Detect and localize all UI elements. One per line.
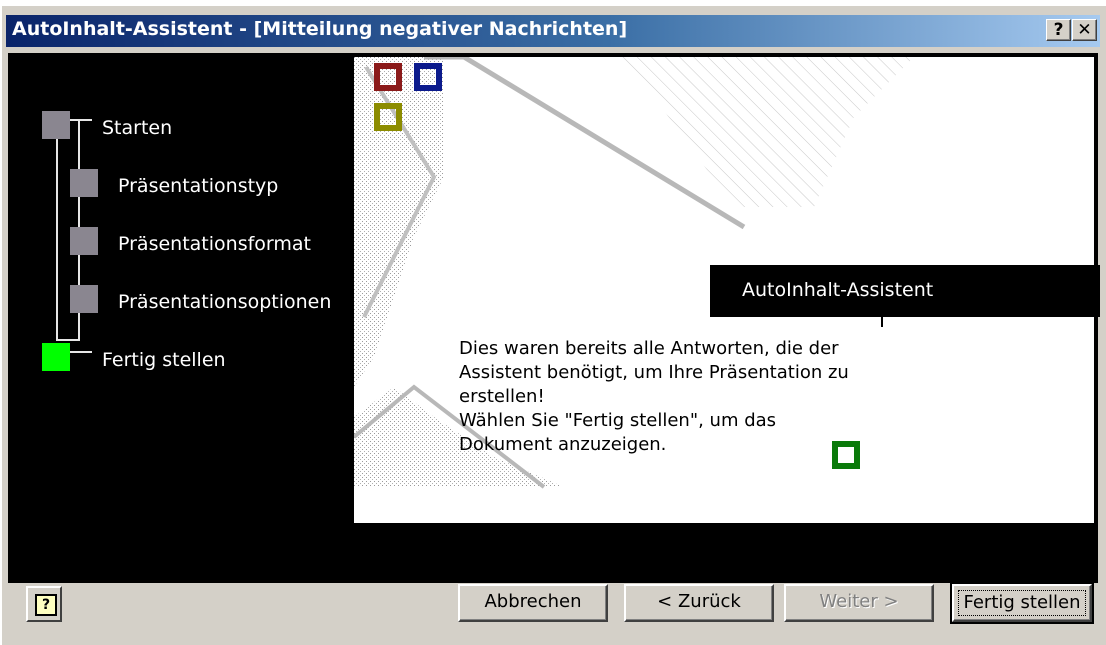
step-marker-starten [42,111,70,139]
step-label-starten[interactable]: Starten [102,117,172,139]
step-marker-praesentationsformat [70,227,98,255]
step-label-praesentationsoptionen[interactable]: Präsentationsoptionen [118,291,331,313]
message-line: Assistent benötigt, um Ihre Präsentation… [459,362,849,383]
step-marker-praesentationstyp [70,169,98,197]
finish-button-label: Fertig stellen [958,590,1086,616]
step-marker-fertig-stellen [42,343,70,371]
blue-marker-box [414,63,442,91]
step-label-praesentationstyp[interactable]: Präsentationstyp [118,175,278,197]
message-line: erstellen! [459,386,545,407]
help-icon: ? [35,594,57,616]
green-marker-box [832,441,860,469]
step-tree-line [56,339,80,341]
step-label-praesentationsformat[interactable]: Präsentationsformat [118,233,311,255]
window-title: AutoInhalt-Assistent - [Mitteilung negat… [12,18,628,40]
panel-header-title: AutoInhalt-Assistent [742,279,934,301]
finish-button[interactable]: Fertig stellen [950,582,1094,624]
title-bar[interactable]: AutoInhalt-Assistent - [Mitteilung negat… [6,15,1100,47]
wizard-content: Starten Präsentationstyp Präsentationsfo… [8,53,1100,583]
close-button[interactable]: ✕ [1072,19,1097,41]
panel-header: AutoInhalt-Assistent [710,265,1100,317]
message-line: Dies waren bereits alle Antworten, die d… [459,338,839,359]
help-button[interactable]: ? [26,586,62,622]
step-marker-praesentationsoptionen [70,285,98,313]
red-marker-box [374,63,402,91]
wizard-dialog: AutoInhalt-Assistent - [Mitteilung negat… [0,4,1106,645]
next-button[interactable]: Weiter > [784,584,934,622]
step-tree-line [56,119,58,341]
step-label-fertig-stellen[interactable]: Fertig stellen [102,349,226,371]
olive-marker-box [374,103,402,131]
completion-message: Dies waren bereits alle Antworten, die d… [459,337,899,457]
cancel-button[interactable]: Abbrechen [458,584,608,622]
back-button[interactable]: < Zurück [624,584,774,622]
message-line: Wählen Sie "Fertig stellen", um das [459,410,777,431]
title-help-button[interactable]: ? [1046,19,1071,41]
